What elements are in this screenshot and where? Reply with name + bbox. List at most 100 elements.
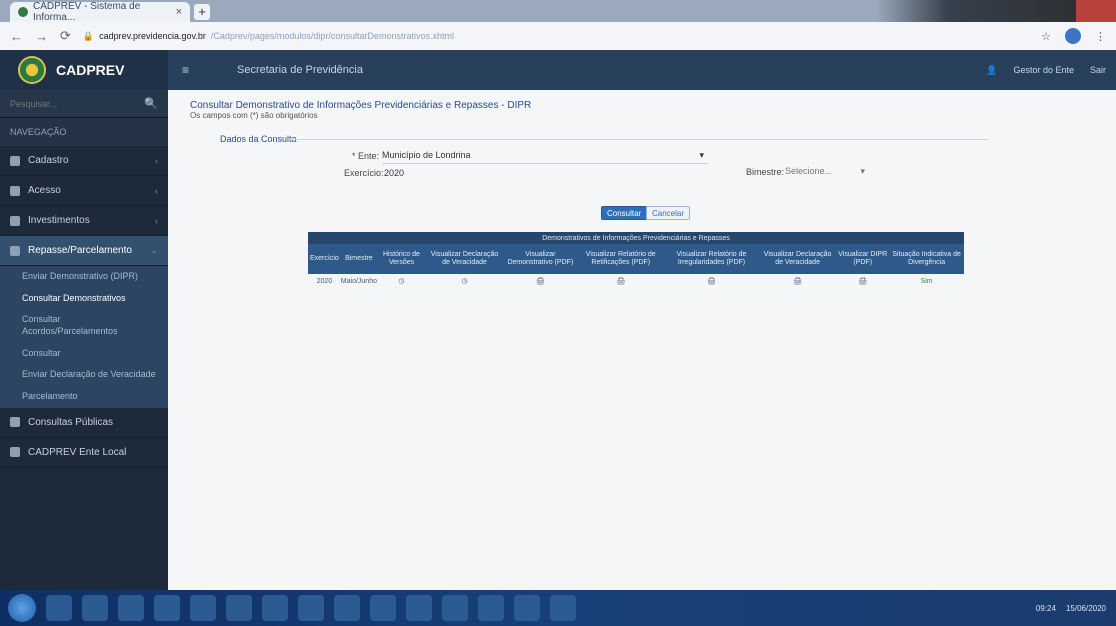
chevron-left-icon: ‹ [155,185,158,196]
print-icon[interactable]: 🖨 [663,274,759,288]
reload-icon[interactable]: ⟳ [60,28,71,44]
lock-icon [10,185,20,196]
doc-icon[interactable] [118,595,144,621]
system-tray: 09:24 15/06/2020 [1036,604,1116,613]
col-header: Histórico de Versões [377,244,426,274]
history-icon[interactable]: ◷ [425,274,504,288]
submenu-declaracao-veracidade[interactable]: Enviar Declaração de Veracidade [0,364,168,386]
bookmark-star-icon[interactable]: ☆ [1041,30,1051,43]
table-row: 2020 Maio/Junho ◷ ◷ 🖨 🖨 🖨 🖨 🖨 Sim [308,274,964,288]
sidebar-item-ente-local[interactable]: CADPREV Ente Local [0,438,168,468]
sidebar-item-investimentos[interactable]: Investimentos ‹ [0,206,168,236]
excel-icon[interactable] [154,595,180,621]
browser-menu-icon[interactable]: ⋮ [1095,30,1106,43]
sidebar-item-label: Consultas Públicas [28,416,114,428]
address-bar: ← → ⟳ 🔒 cadprev.previdencia.gov.br /Cadp… [0,22,1116,50]
cancelar-button[interactable]: Cancelar [646,206,691,220]
submenu-consultar-demonstrativos[interactable]: Consultar Demonstrativos [0,288,168,310]
user-name[interactable]: Gestor do Ente [1013,65,1074,75]
submenu-enviar-demonstrativo[interactable]: Enviar Demonstrativo (DIPR) [0,266,168,288]
app-icon[interactable] [478,595,504,621]
table-caption: Demonstrativos de Informações Previdenci… [308,232,964,244]
submenu-consultar[interactable]: Consultar [0,343,168,365]
chevron-left-icon: ‹ [155,215,158,226]
print-icon[interactable]: 🖨 [503,274,578,288]
print-icon[interactable]: 🖨 [758,274,837,288]
app-icon[interactable] [406,595,432,621]
nav-header: NAVEGAÇÃO [0,118,168,146]
exercicio-label: Exercício: [344,168,384,178]
sidebar-item-consultas-publicas[interactable]: Consultas Públicas [0,408,168,438]
sidebar-item-cadastro[interactable]: Cadastro ‹ [0,146,168,176]
forward-icon[interactable]: → [35,29,48,44]
ente-value: Município de Londrina [382,150,471,160]
window-close-button[interactable] [1076,0,1116,22]
page-title: Consultar Demonstrativo de Informações P… [190,100,532,111]
new-tab-button[interactable]: + [194,4,210,20]
app-icon[interactable] [262,595,288,621]
col-header: Bimestre [340,244,377,274]
menu-toggle-icon[interactable]: ≡ [182,63,189,77]
ie-icon[interactable] [46,595,72,621]
cell-situacao: Sim [889,274,964,288]
bimestre-select[interactable]: Selecione... ▾ [785,166,865,180]
col-header: Visualizar DIPR (PDF) [836,244,890,274]
tab-title: CADPREV - Sistema de Informa... [33,1,141,23]
user-icon [10,155,20,166]
folder-icon[interactable] [298,595,324,621]
print-icon[interactable]: 🖨 [836,274,890,288]
brasil-logo-icon [18,56,46,84]
browser-tab[interactable]: CADPREV - Sistema de Informa... × [10,1,190,23]
firefox-icon[interactable] [334,595,360,621]
cell-exercicio: 2020 [308,274,341,288]
media-icon[interactable] [82,595,108,621]
edge-icon[interactable] [370,595,396,621]
sidebar-item-label: Repasse/Parcelamento [28,245,132,256]
sidebar-search-input[interactable] [10,98,120,109]
app-brand[interactable]: CADPREV [0,50,168,90]
section-divider [288,139,988,140]
demonstrativos-table: Demonstrativos de Informações Previdenci… [308,232,964,288]
sidebar-item-acesso[interactable]: Acesso ‹ [0,176,168,206]
submenu-parcelamento[interactable]: Parcelamento [0,386,168,408]
outlook-icon[interactable] [190,595,216,621]
search-icon[interactable]: 🔍 [144,97,158,110]
app-icon[interactable] [514,595,540,621]
app-icon[interactable] [550,595,576,621]
clock[interactable]: 09:24 [1036,604,1056,613]
col-header: Visualizar Relatório de Irregularidades … [663,244,759,274]
submenu-consultar-acordos[interactable]: Consultar Acordos/Parcelamentos [0,309,168,342]
sidebar-item-label: Investimentos [28,215,90,226]
cell-bimestre: Maio/Junho [340,274,377,288]
print-icon[interactable]: 🖨 [577,274,664,288]
start-button[interactable] [8,594,36,622]
url-field[interactable]: 🔒 cadprev.previdencia.gov.br /Cadprev/pa… [83,31,1029,42]
back-icon[interactable]: ← [10,29,23,44]
url-host: cadprev.previdencia.gov.br [99,31,206,41]
col-header: Visualizar Relatório de Retificações (PD… [577,244,664,274]
ente-select[interactable]: Município de Londrina ▾ [382,150,708,164]
tab-close-icon[interactable]: × [176,6,182,18]
exercicio-input[interactable]: 2020 [384,168,404,178]
logout-link[interactable]: Sair [1090,65,1106,75]
bimestre-label: Bimestre: [746,167,785,177]
word-icon[interactable] [226,595,252,621]
lock-icon: 🔒 [82,30,95,41]
users-icon [10,417,20,428]
chevron-down-icon: ▾ [860,166,865,176]
monitor-icon [10,447,20,458]
col-header: Visualizar Declaração de Veracidade [758,244,837,274]
date[interactable]: 15/06/2020 [1066,604,1106,613]
consultar-button[interactable]: Consultar [601,206,648,220]
history-icon[interactable]: ◷ [377,274,426,288]
main-content: Consultar Demonstrativo de Informações P… [168,90,1116,590]
chrome-icon[interactable] [442,595,468,621]
money-icon [10,245,20,256]
sidebar-item-repasse[interactable]: Repasse/Parcelamento ⌄ [0,236,168,266]
sidebar: 🔍 NAVEGAÇÃO Cadastro ‹ Acesso ‹ Investim… [0,90,168,590]
chevron-down-icon: ⌄ [150,245,158,255]
profile-avatar-icon[interactable] [1065,28,1081,44]
url-path: /Cadprev/pages/modulos/dipr/consultarDem… [210,31,454,41]
sidebar-item-label: Acesso [28,185,61,196]
window-controls [876,0,1116,22]
